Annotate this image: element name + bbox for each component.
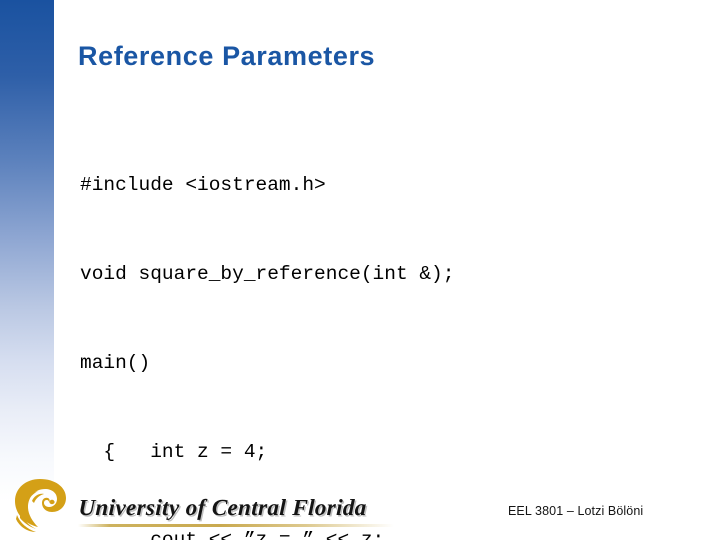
ucf-wordmark-text: University of Central Florida [78, 495, 368, 520]
page-title: Reference Parameters [78, 41, 376, 71]
code-line: #include <iostream.h> [80, 174, 326, 197]
code-line: cout << ”z = ” << z; [80, 526, 680, 540]
slide-canvas: Reference Parameters #include <iostream.… [0, 0, 720, 540]
code-line: void square_by_reference(int &); [80, 262, 455, 285]
course-credit: EEL 3801 – Lotzi Bölöni [508, 504, 644, 518]
code-line: main() [80, 351, 151, 374]
ucf-pegasus-logo-icon [10, 477, 72, 535]
ucf-wordmark: University of Central Florida [78, 495, 398, 527]
code-listing: #include <iostream.h> void square_by_ref… [80, 112, 680, 540]
code-line: { int z = 4; [80, 440, 268, 463]
ucf-gold-rule [78, 524, 394, 527]
left-gradient-bar [0, 0, 54, 540]
